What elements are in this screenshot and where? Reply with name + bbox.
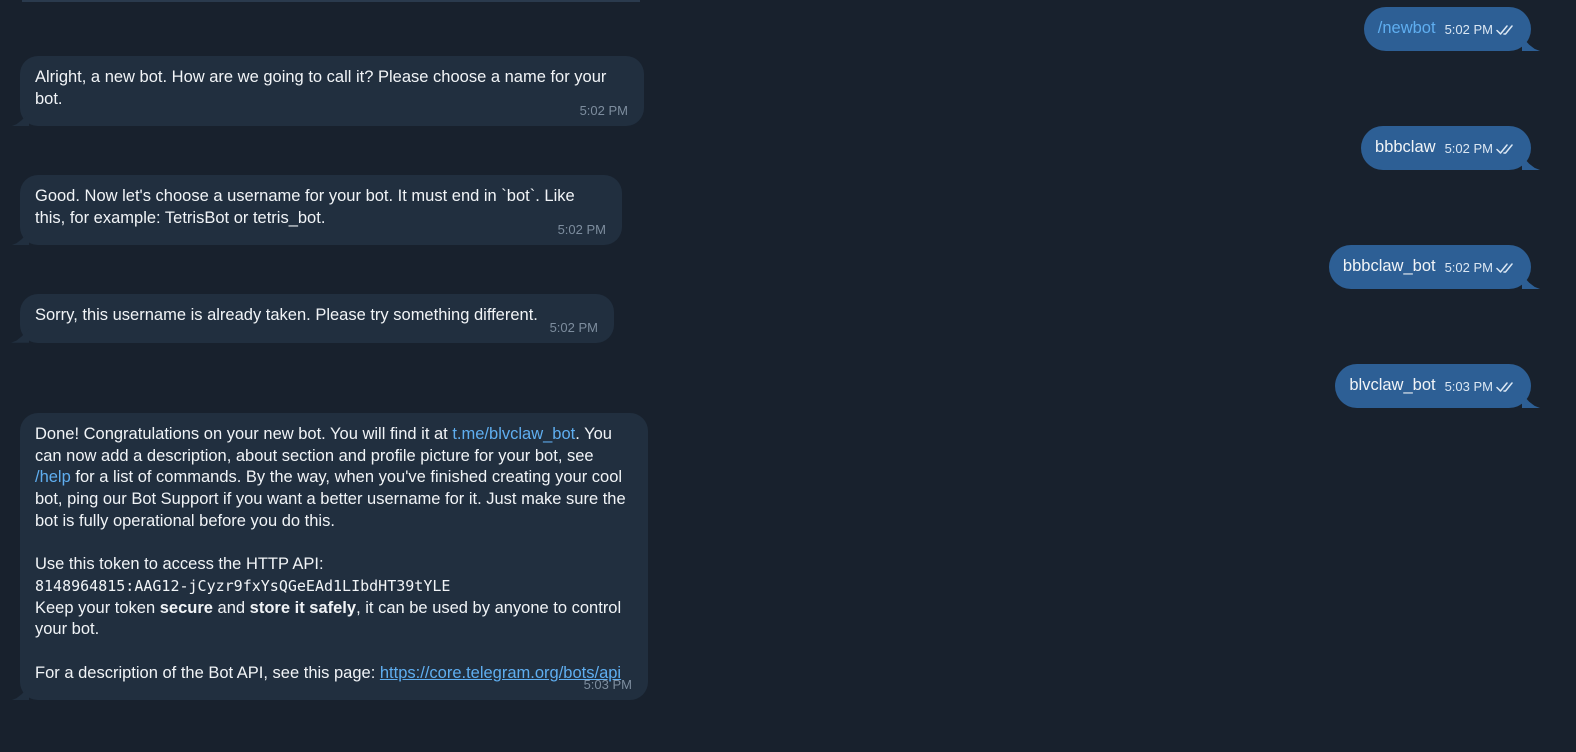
bold-text: secure bbox=[159, 598, 213, 617]
double-check-icon bbox=[1496, 382, 1513, 392]
message-text: blvclaw_bot bbox=[1349, 376, 1436, 395]
outgoing-message-newbot[interactable]: /newbot 5:02 PM bbox=[1363, 7, 1531, 51]
bot-link[interactable]: t.me/blvclaw_bot bbox=[452, 425, 575, 443]
text-segment: for a list of commands. By the way, when… bbox=[35, 468, 626, 530]
text-segment: Keep your token bbox=[35, 598, 160, 617]
text-segment: Done! Congratulations on your new bot. Y… bbox=[35, 425, 453, 443]
bold-text: store it safely bbox=[249, 598, 357, 617]
text-segment: For a description of the Bot API, see th… bbox=[35, 663, 380, 682]
message-time: 5:02 PM bbox=[1444, 22, 1493, 38]
message-paragraph: For a description of the Bot API, see th… bbox=[35, 663, 632, 685]
message-time: 5:03 PM bbox=[1444, 379, 1493, 395]
message-time: 5:02 PM bbox=[1444, 260, 1493, 276]
message-meta: 5:02 PM bbox=[1445, 257, 1516, 279]
message-paragraph: Done! Congratulations on your new bot. Y… bbox=[35, 424, 632, 533]
chat-history: /newbot 5:02 PM Alright, a new bot. How … bbox=[0, 0, 1576, 752]
text-segment: and bbox=[212, 598, 250, 617]
incoming-message-bot-created[interactable]: Done! Congratulations on your new bot. Y… bbox=[20, 413, 648, 701]
outgoing-message[interactable]: bbbclaw 5:02 PM bbox=[1361, 126, 1531, 170]
bot-command-link[interactable]: /newbot bbox=[1378, 18, 1436, 40]
incoming-message[interactable]: Good. Now let's choose a username for yo… bbox=[20, 175, 622, 246]
outgoing-message[interactable]: bbbclaw_bot 5:02 PM bbox=[1328, 245, 1531, 289]
message-text: bbbclaw bbox=[1375, 138, 1436, 157]
message-meta: 5:02 PM bbox=[1445, 138, 1516, 160]
incoming-message[interactable]: Sorry, this username is already taken. P… bbox=[20, 294, 614, 343]
message-text: bbbclaw_bot bbox=[1342, 257, 1436, 276]
double-check-icon bbox=[1496, 25, 1513, 35]
message-meta: 5:02 PM bbox=[1445, 19, 1516, 41]
token-label: Use this token to access the HTTP API: bbox=[35, 555, 324, 574]
incoming-message[interactable]: Alright, a new bot. How are we going to … bbox=[20, 56, 644, 127]
message-meta: 5:03 PM bbox=[1445, 376, 1516, 398]
message-paragraph: Keep your token secure and store it safe… bbox=[35, 598, 632, 641]
message-time: 5:02 PM bbox=[1444, 141, 1493, 157]
help-command-link[interactable]: /help bbox=[35, 468, 71, 486]
double-check-icon bbox=[1496, 144, 1513, 154]
outgoing-message[interactable]: blvclaw_bot 5:03 PM bbox=[1335, 364, 1531, 408]
double-check-icon bbox=[1496, 263, 1513, 273]
message-time: 5:02 PM bbox=[579, 103, 628, 119]
previous-message-edge bbox=[22, 0, 640, 2]
message-text: Sorry, this username is already taken. P… bbox=[35, 306, 538, 324]
api-token[interactable]: 8148964815:AAG12-jCyzr9fxYsQGeEAd1LIbdHT… bbox=[35, 576, 632, 598]
